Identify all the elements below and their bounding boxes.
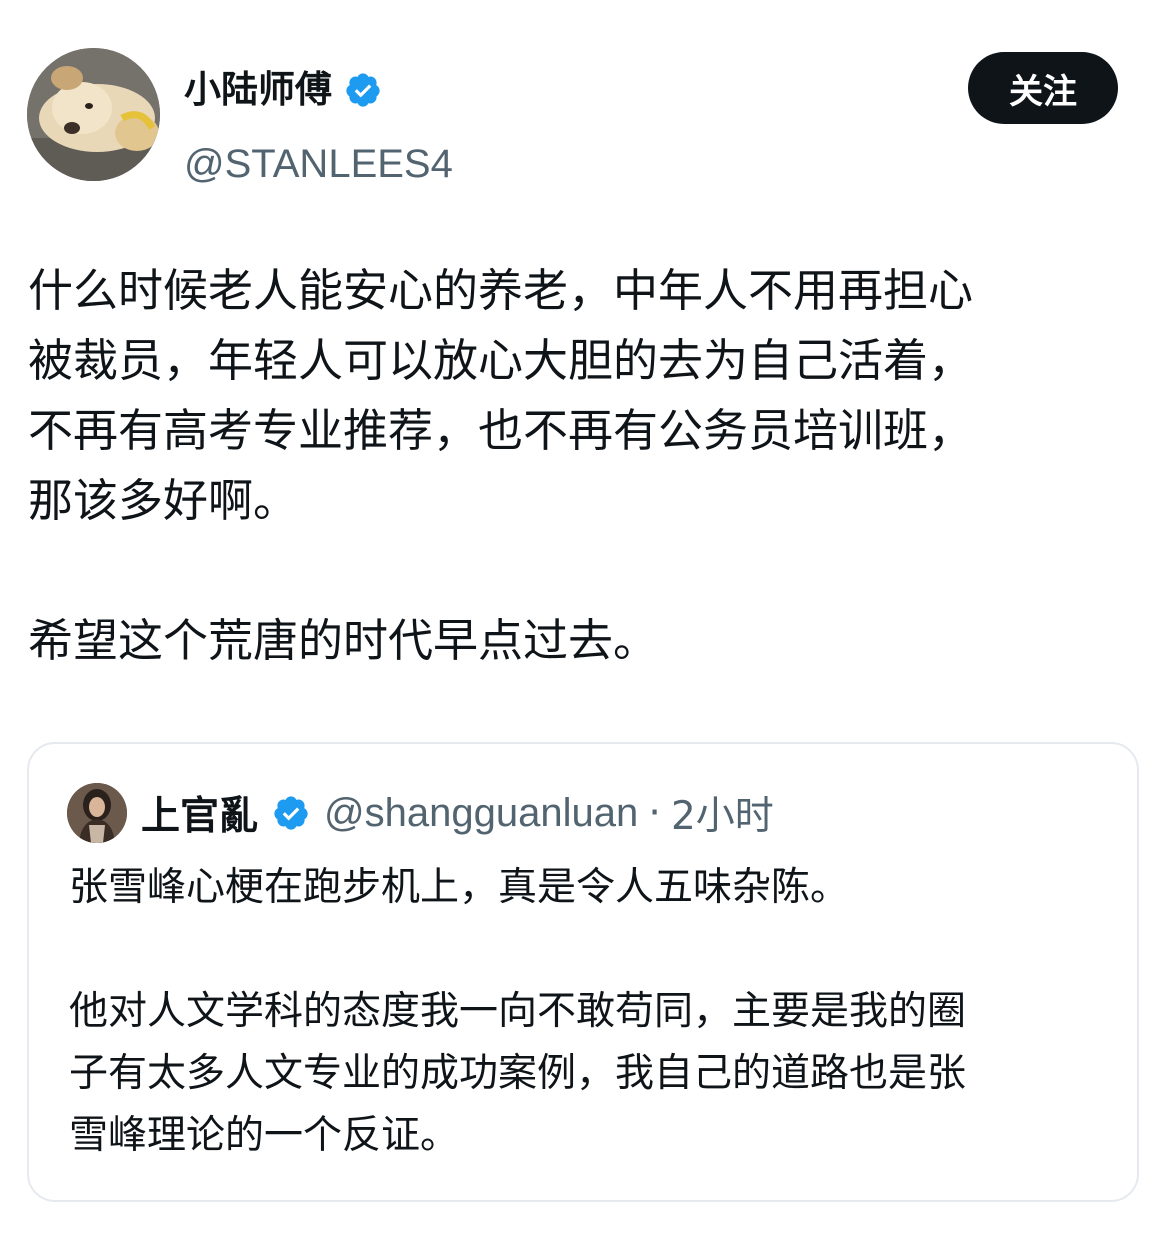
author-display-name[interactable]: 小陆师傅: [184, 64, 332, 116]
verified-badge-icon: [346, 73, 380, 107]
tweet-header: 小陆师傅 @STANLEES4 关注: [27, 48, 1119, 186]
quoted-line: 他对人文学科的态度我一向不敢苟同，主要是我的圈: [69, 989, 967, 1034]
author-avatar[interactable]: [27, 48, 160, 181]
quoted-timestamp[interactable]: 2小时: [671, 785, 774, 841]
author-name-row: 小陆师傅: [184, 64, 382, 116]
tweet-line: 希望这个荒唐的时代早点过去。: [28, 614, 659, 667]
tweet-line: 那该多好啊。: [28, 474, 299, 527]
quoted-display-name[interactable]: 上官亂: [141, 785, 258, 841]
quoted-line: 张雪峰心梗在跑步机上，真是令人五味杂陈。: [69, 865, 850, 910]
follow-button[interactable]: 关注: [968, 52, 1118, 124]
quoted-author-avatar[interactable]: [67, 783, 127, 843]
quoted-tweet-card[interactable]: 上官亂 @shangguanluan · 2小时 张雪峰心梗在跑步机上，真是令人…: [27, 742, 1139, 1202]
verified-badge-icon: [274, 796, 308, 830]
meta-separator: ·: [648, 790, 661, 836]
quoted-handle[interactable]: @shangguanluan: [324, 791, 638, 836]
tweet-line: 不再有高考专业推荐，也不再有公务员培训班，: [28, 404, 974, 457]
avatar-dog-photo: [27, 48, 160, 181]
quoted-tweet-header: 上官亂 @shangguanluan · 2小时: [67, 782, 774, 844]
quoted-line: 子有太多人文专业的成功案例，我自己的道路也是张: [69, 1051, 967, 1096]
quoted-line: 雪峰理论的一个反证。: [69, 1113, 460, 1158]
quoted-tweet-body: 张雪峰心梗在跑步机上，真是令人五味杂陈。 他对人文学科的态度我一向不敢苟同，主要…: [69, 857, 1119, 1167]
tweet-line: 什么时候老人能安心的养老，中年人不用再担心: [28, 264, 974, 317]
tweet-body: 什么时候老人能安心的养老，中年人不用再担心 被裁员，年轻人可以放心大胆的去为自己…: [28, 256, 1128, 676]
avatar-person-photo: [67, 783, 127, 843]
author-handle[interactable]: @STANLEES4: [184, 140, 453, 188]
tweet-line: 被裁员，年轻人可以放心大胆的去为自己活着，: [28, 334, 974, 387]
